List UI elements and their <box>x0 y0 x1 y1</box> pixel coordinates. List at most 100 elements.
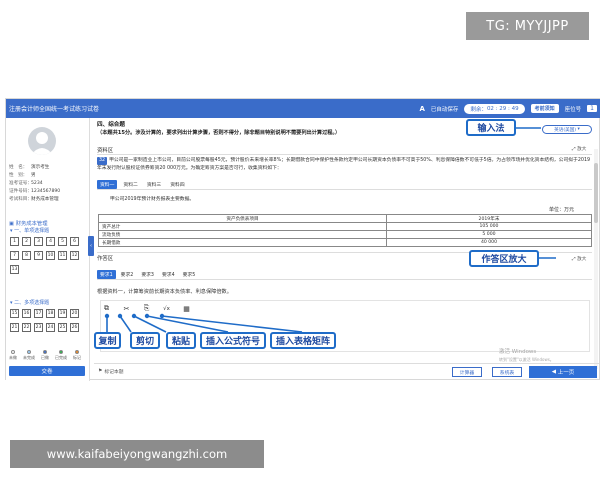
flag-question-toggle[interactable]: ⚑ 标记本题 <box>98 368 124 375</box>
question-nav-item[interactable]: 15 <box>10 309 19 318</box>
formula-icon[interactable]: √x <box>162 304 171 313</box>
question-nav-item[interactable]: 20 <box>70 309 79 318</box>
question-nav-item[interactable]: 8 <box>22 251 31 260</box>
question-nav-item[interactable]: 26 <box>70 323 79 332</box>
table-row: 流动负债 5 000 <box>98 230 593 239</box>
divider <box>97 279 592 280</box>
question-nav-item[interactable]: 12 <box>70 251 79 260</box>
table-cell: 40 000 <box>385 238 593 247</box>
chevron-down-icon: ▾ <box>576 127 580 132</box>
candidate-name-row: 姓 名： 演示考生 <box>9 165 50 170</box>
question-nav-item[interactable]: 7 <box>10 251 19 260</box>
status-dot-icon <box>59 350 63 354</box>
question-nav-item[interactable]: 19 <box>58 309 67 318</box>
system-table-button[interactable]: 系统表 <box>492 367 522 377</box>
windows-activation-watermark: 激活 Windows 转到"设置"以激活 Windows。 <box>499 349 554 362</box>
question-nav-item[interactable]: 16 <box>22 309 31 318</box>
answer-zoom-button[interactable]: ⤢ 放大 <box>572 256 586 262</box>
title-bar: 注册会计师全国统一考试练习试卷 A 已自动保存 剩余： 02 : 29 : 49… <box>6 99 600 118</box>
answer-tab-3[interactable]: 要求3 <box>138 270 157 279</box>
legend-item: 已做 <box>41 350 49 361</box>
answer-tab-5[interactable]: 要求5 <box>180 270 199 279</box>
question-nav-item[interactable]: 4 <box>46 237 55 246</box>
answer-tab-1[interactable]: 要求1 <box>97 270 116 279</box>
submit-exam-button[interactable]: 交卷 <box>9 366 85 376</box>
material-text: 32 甲公司是一家制造业上市公司，目前公司股票每股45元，预计股价未来增长率8%；… <box>97 157 591 171</box>
legend-label: 未完成 <box>23 355 35 360</box>
question-nav-item[interactable]: 2 <box>22 237 31 246</box>
input-method-selector[interactable]: 英语(美国) ▾ <box>542 125 592 134</box>
table-matrix-icon[interactable]: ▦ <box>182 304 191 313</box>
table-row: 长期借款 40 000 <box>98 238 593 247</box>
material-tab-1[interactable]: 资料一 <box>97 180 118 189</box>
seat-number: 1 <box>587 105 597 112</box>
answer-tab-4[interactable]: 要求4 <box>159 270 178 279</box>
question-nav-item[interactable]: 22 <box>22 323 31 332</box>
question-nav-item[interactable]: 11 <box>58 251 67 260</box>
status-dot-icon <box>11 350 15 354</box>
callout-matrix: 插入表格矩阵 <box>270 332 336 349</box>
calculator-button[interactable]: 计算器 <box>452 367 482 377</box>
legend-label: 已完成 <box>55 355 67 360</box>
table-header-cell: 资产负债表项目 <box>98 214 387 223</box>
material-tab-3[interactable]: 资料三 <box>144 180 164 189</box>
financial-table: 资产负债表项目 2019年末 资产总计 105 000 流动负债 5 000 长期借款 4… <box>98 214 593 247</box>
bottom-bar <box>94 363 599 381</box>
question-nav-item[interactable]: 18 <box>46 309 55 318</box>
watermark-bottom: www.kaifabeiyongwangzhi.com <box>10 440 264 468</box>
candidate-panel: 姓 名： 演示考生 性 别：男 准考证号：5234 证件号码：1234567890… <box>6 118 90 381</box>
question-nav-item[interactable]: 21 <box>10 323 19 332</box>
answer-tabs: 要求1 要求2 要求3 要求4 要求5 <box>97 270 198 279</box>
material-tabs: 资料一 资料二 资料三 资料四 <box>97 180 188 189</box>
question-nav-item[interactable]: 3 <box>34 237 43 246</box>
question-nav-item[interactable]: 17 <box>34 309 43 318</box>
divider <box>97 154 592 155</box>
scrollbar-thumb[interactable] <box>594 163 598 223</box>
answer-area-label: 作答区 <box>97 256 114 262</box>
paste-icon[interactable]: ⎘ <box>142 304 151 313</box>
material-tab-4[interactable]: 资料四 <box>167 180 187 189</box>
table-header-cell: 2019年末 <box>385 214 593 223</box>
legend-label: 已做 <box>41 355 49 360</box>
table-cell: 流动负债 <box>98 230 387 239</box>
material-zoom-button[interactable]: ⤢ 放大 <box>572 146 586 152</box>
copy-icon[interactable]: ⧉ <box>102 304 111 313</box>
table-row: 资产总计 105 000 <box>98 222 593 231</box>
chevron-left-icon: ‹ <box>90 243 92 249</box>
table-caption: 甲公司2019年预计财务报表主要数据。 <box>110 197 195 202</box>
candidate-subject-row: 考试科目：财务成本管理 <box>9 197 59 202</box>
question-nav-item[interactable]: 6 <box>70 237 79 246</box>
question-nav-item[interactable]: 10 <box>46 251 55 260</box>
font-size-icon[interactable]: A <box>419 105 424 113</box>
question-nav-item[interactable]: 5 <box>58 237 67 246</box>
divider <box>97 189 592 190</box>
question-nav-item[interactable]: 13 <box>10 265 19 274</box>
question-nav-title: ▣ 财务成本管理 <box>9 221 48 227</box>
nav-section-multi[interactable]: ▾ 二、多项选择题 <box>10 299 49 306</box>
question-nav-item[interactable]: 1 <box>10 237 19 246</box>
table-cell: 资产总计 <box>98 222 387 231</box>
material-tab-2[interactable]: 资料二 <box>120 180 140 189</box>
candidate-gender-row: 性 别：男 <box>9 173 36 178</box>
cut-icon[interactable]: ✂ <box>122 304 131 313</box>
user-avatar-icon <box>31 132 53 155</box>
question-nav-item[interactable]: 24 <box>46 323 55 332</box>
status-dot-icon <box>27 350 31 354</box>
question-nav-item[interactable]: 23 <box>34 323 43 332</box>
callout-cut: 剪切 <box>130 332 160 349</box>
question-nav-item[interactable]: 25 <box>58 323 67 332</box>
exam-notice-button[interactable]: 考前须知 <box>530 104 559 113</box>
nav-section-single[interactable]: ▾ 一、单项选择题 <box>10 227 49 234</box>
candidate-id-row: 证件号码：1234567890 <box>9 189 61 194</box>
legend-item: 已完成 <box>55 350 67 361</box>
table-cell: 5 000 <box>385 230 593 239</box>
previous-page-button[interactable]: ◀ 上一页 <box>529 366 597 378</box>
answer-tab-2[interactable]: 要求2 <box>118 270 137 279</box>
status-legend: 未做 未完成 已做 已完成 标记 <box>9 350 81 361</box>
candidate-exam-no-row: 准考证号：5234 <box>9 181 43 186</box>
app-title: 注册会计师全国统一考试练习试卷 <box>9 106 100 113</box>
table-unit: 单位：万元 <box>549 207 575 213</box>
table-cell: 105 000 <box>385 222 593 231</box>
status-dot-icon <box>43 350 47 354</box>
question-nav-item[interactable]: 9 <box>34 251 43 260</box>
